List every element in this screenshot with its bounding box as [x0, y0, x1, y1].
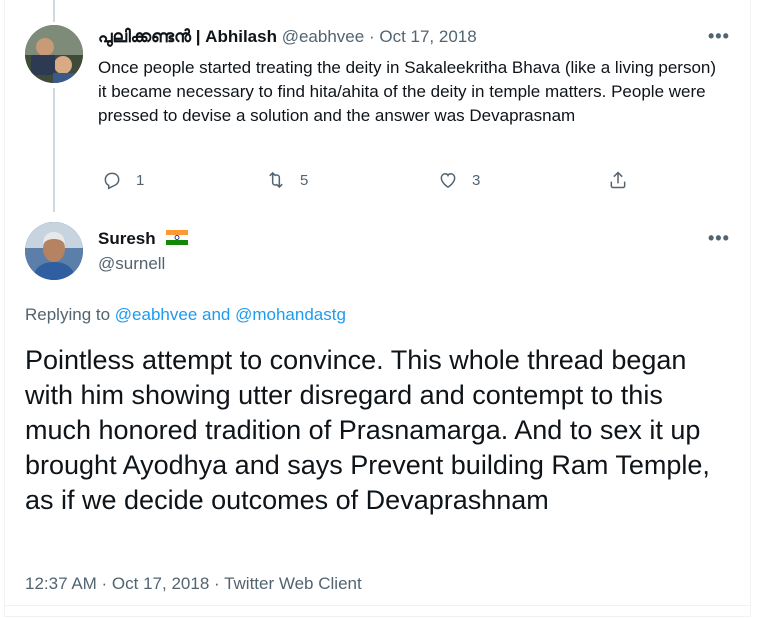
main-display-name-text[interactable]: Suresh	[98, 229, 156, 248]
tweet-timestamp-source[interactable]: 12:37 AM · Oct 17, 2018 · Twitter Web Cl…	[25, 574, 362, 594]
retweet-count: 5	[300, 171, 309, 189]
share-icon	[610, 171, 626, 189]
main-handle[interactable]: @surnell	[98, 254, 165, 274]
replying-users-link[interactable]: @eabhvee and @mohandastg	[115, 305, 346, 324]
parent-handle[interactable]: @eabhvee	[282, 27, 365, 46]
main-display-name[interactable]: Suresh	[98, 229, 189, 249]
header-separator: ·	[368, 27, 375, 46]
like-icon	[440, 172, 456, 188]
reply-icon	[104, 172, 120, 190]
share-button[interactable]	[608, 170, 628, 190]
like-button[interactable]: 3	[438, 170, 480, 190]
avatar-abhilash[interactable]	[25, 25, 83, 83]
like-count: 3	[472, 171, 481, 189]
thread-connector-top	[53, 0, 55, 22]
retweet-icon	[269, 171, 283, 189]
parent-tweet-text: Once people started treating the deity i…	[98, 58, 717, 125]
parent-tweet-actions: 1 5 3	[98, 170, 638, 194]
avatar-suresh[interactable]	[25, 222, 83, 280]
reply-button[interactable]: 1	[102, 170, 144, 190]
main-tweet-text: Pointless attempt to convince. This whol…	[25, 345, 710, 515]
parent-display-name[interactable]: പുലിക്കണ്ടൻ | Abhilash	[98, 27, 277, 46]
reply-count: 1	[136, 171, 145, 189]
parent-date[interactable]: Oct 17, 2018	[379, 27, 476, 46]
replying-to: Replying to @eabhvee and @mohandastg	[25, 305, 346, 325]
parent-tweet-header: പുലിക്കണ്ടൻ | Abhilash @eabhvee · Oct 17…	[98, 27, 477, 47]
more-options-icon[interactable]: •••	[708, 228, 730, 249]
more-options-icon[interactable]: •••	[708, 26, 730, 47]
replying-prefix: Replying to	[25, 305, 111, 324]
india-flag-icon	[166, 230, 189, 246]
divider	[4, 605, 751, 606]
retweet-button[interactable]: 5	[266, 170, 308, 190]
thread-connector	[53, 88, 55, 212]
